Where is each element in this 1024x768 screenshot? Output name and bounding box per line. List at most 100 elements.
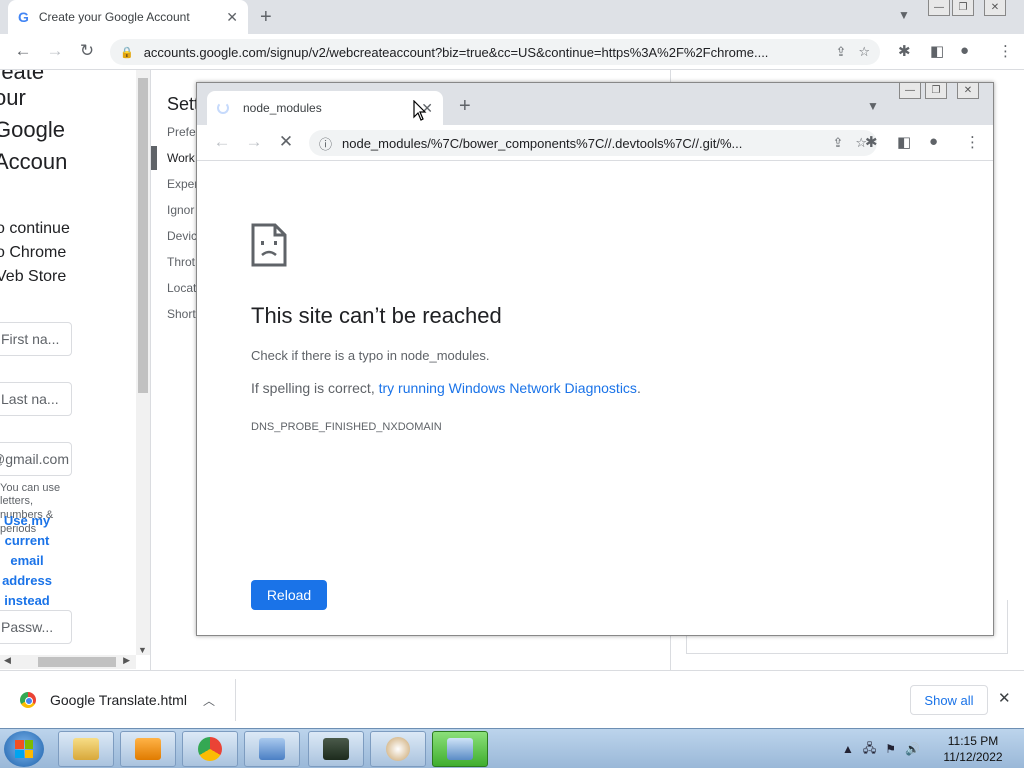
devtools-item-workspace[interactable]: Work — [167, 151, 195, 165]
chevron-up-icon[interactable]: ︿ — [203, 692, 215, 709]
tab-close-icon[interactable]: ✕ — [226, 9, 238, 26]
use-current-email-link[interactable]: email — [0, 553, 54, 568]
extensions-icon[interactable]: ✱ — [898, 42, 911, 60]
devtools-item-throttling[interactable]: Throt — [167, 255, 195, 269]
helper-line: You can use — [0, 482, 61, 494]
continue-line: o Chrome — [0, 244, 67, 261]
signup-page: reate our Google Accoun o continue o Chr… — [0, 70, 136, 670]
devtools-item-shortcuts[interactable]: Short — [167, 307, 196, 321]
download-bar: Google Translate.html ︿ Show all ✕ — [0, 670, 1024, 728]
lock-icon[interactable]: 🔒 — [120, 46, 134, 59]
reload-button[interactable]: Reload — [251, 580, 327, 610]
taskbar-control-panel[interactable] — [244, 731, 300, 767]
info-icon[interactable]: ⓘ — [319, 134, 332, 153]
side-panel-icon[interactable]: ◧ — [897, 133, 911, 151]
share-icon[interactable]: ⇪ — [832, 135, 843, 151]
username-field[interactable]: @gmail.com — [0, 442, 72, 476]
close-window-icon[interactable]: ✕ — [957, 83, 979, 99]
horizontal-scrollbar[interactable]: ◀ ▶ — [0, 655, 136, 669]
forward-icon[interactable]: → — [40, 41, 70, 61]
error-typo-hint: Check if there is a typo in node_modules… — [251, 348, 490, 363]
profile-icon[interactable]: ● — [929, 133, 938, 150]
stop-loading-icon[interactable]: ✕ — [271, 132, 301, 152]
spelling-suffix: . — [636, 380, 641, 396]
password-field[interactable]: Passw... — [0, 610, 72, 644]
devtools-item-experiments[interactable]: Exper — [167, 177, 198, 191]
taskbar-chrome[interactable] — [182, 731, 238, 767]
minimize-icon[interactable]: — — [928, 0, 950, 16]
taskbar-network-app[interactable] — [432, 731, 488, 767]
continue-line: Veb Store — [0, 268, 67, 285]
tab-title: node_modules — [243, 101, 322, 115]
new-tab-icon[interactable]: + — [459, 95, 471, 118]
download-item[interactable]: Google Translate.html ︿ — [8, 679, 236, 721]
vertical-scrollbar[interactable]: ▼ — [136, 70, 150, 655]
scroll-right-icon[interactable]: ▶ — [123, 655, 130, 666]
restore-icon[interactable]: ❐ — [925, 83, 947, 99]
first-name-field[interactable]: First na... — [0, 322, 72, 356]
last-name-field[interactable]: Last na... — [0, 382, 72, 416]
side-panel-icon[interactable]: ◧ — [930, 42, 944, 60]
share-icon[interactable]: ⇪ — [835, 44, 846, 60]
network-diagnostics-link[interactable]: try running Windows Network Diagnostics — [379, 380, 637, 396]
scrollbar-thumb[interactable] — [38, 657, 116, 667]
node-modules-window: node_modules ✕ + ▼ — ❐ ✕ ← → ✕ ⓘ node_mo… — [196, 82, 994, 636]
network-icon[interactable]: 🖧 — [863, 739, 876, 760]
close-download-bar-icon[interactable]: ✕ — [998, 689, 1011, 707]
taskbar-explorer[interactable] — [58, 731, 114, 767]
tab-search-chevron-icon[interactable]: ▼ — [898, 8, 910, 22]
heading-line: Google — [0, 117, 65, 142]
use-current-email-link[interactable]: current — [0, 533, 54, 548]
main-tabstrip: G Create your Google Account ✕ + ▼ — ❐ ✕ — [0, 0, 1024, 34]
windows-taskbar: ▲ 🖧 ⚑ 🔊 11:15 PM 11/12/2022 — [0, 728, 1024, 768]
use-current-email-link[interactable]: Use my — [0, 513, 54, 528]
mouse-cursor-icon — [413, 100, 427, 121]
use-current-email-link[interactable]: instead — [0, 593, 54, 608]
clock-time: 11:15 PM — [947, 734, 999, 748]
clock[interactable]: 11:15 PM 11/12/2022 — [932, 733, 1014, 765]
tab-search-chevron-icon[interactable]: ▼ — [867, 99, 879, 113]
menu-kebab-icon[interactable]: ⋮ — [965, 133, 980, 151]
chrome-file-icon — [20, 692, 36, 708]
action-center-flag-icon[interactable]: ⚑ — [885, 742, 896, 756]
menu-kebab-icon[interactable]: ⋮ — [998, 42, 1013, 60]
url-text: accounts.google.com/signup/v2/webcreatea… — [143, 44, 769, 60]
devtools-item-preferences[interactable]: Prefe — [167, 125, 196, 139]
gauge-icon — [386, 737, 410, 761]
profile-icon[interactable]: ● — [960, 42, 969, 59]
bookmark-star-icon[interactable]: ☆ — [858, 44, 870, 60]
new-tab-icon[interactable]: + — [260, 6, 272, 29]
volume-icon[interactable]: 🔊 — [905, 742, 920, 756]
address-bar[interactable]: ⓘ node_modules/%7C/bower_components%7C//… — [309, 130, 877, 156]
tab-node-modules[interactable]: node_modules ✕ — [207, 91, 443, 125]
devtools-item-devices[interactable]: Devic — [167, 229, 197, 243]
devtools-item-ignore-list[interactable]: Ignor — [167, 203, 194, 217]
back-icon[interactable]: ← — [207, 132, 237, 152]
close-window-icon[interactable]: ✕ — [984, 0, 1006, 16]
devtools-item-locations[interactable]: Locat — [167, 281, 196, 295]
error-code: DNS_PROBE_FINISHED_NXDOMAIN — [251, 421, 442, 433]
scroll-down-icon[interactable]: ▼ — [138, 645, 147, 655]
forward-icon[interactable]: → — [239, 132, 269, 152]
show-hidden-icons-chevron-icon[interactable]: ▲ — [842, 742, 854, 756]
tab-create-google-account[interactable]: G Create your Google Account ✕ — [8, 0, 248, 34]
heading-line: our — [0, 85, 26, 110]
taskbar-media-player[interactable] — [120, 731, 176, 767]
back-icon[interactable]: ← — [8, 41, 38, 61]
main-toolbar: ← → ↻ 🔒 accounts.google.com/signup/v2/we… — [0, 34, 1024, 70]
scroll-left-icon[interactable]: ◀ — [4, 655, 11, 666]
minimize-icon[interactable]: — — [899, 83, 921, 99]
folder-icon — [73, 738, 99, 760]
use-current-email-link[interactable]: address — [0, 573, 54, 588]
taskbar-speedometer-app[interactable] — [370, 731, 426, 767]
start-button[interactable] — [4, 731, 44, 767]
refresh-icon[interactable]: ↻ — [72, 41, 102, 61]
address-bar[interactable]: 🔒 accounts.google.com/signup/v2/webcreat… — [110, 39, 880, 65]
windows-logo-icon — [15, 740, 33, 758]
show-all-button[interactable]: Show all — [910, 685, 988, 715]
extensions-icon[interactable]: ✱ — [865, 133, 878, 151]
restore-icon[interactable]: ❐ — [952, 0, 974, 16]
taskbar-task-manager[interactable] — [308, 731, 364, 767]
scrollbar-thumb[interactable] — [138, 78, 148, 393]
media-player-icon — [135, 738, 161, 760]
